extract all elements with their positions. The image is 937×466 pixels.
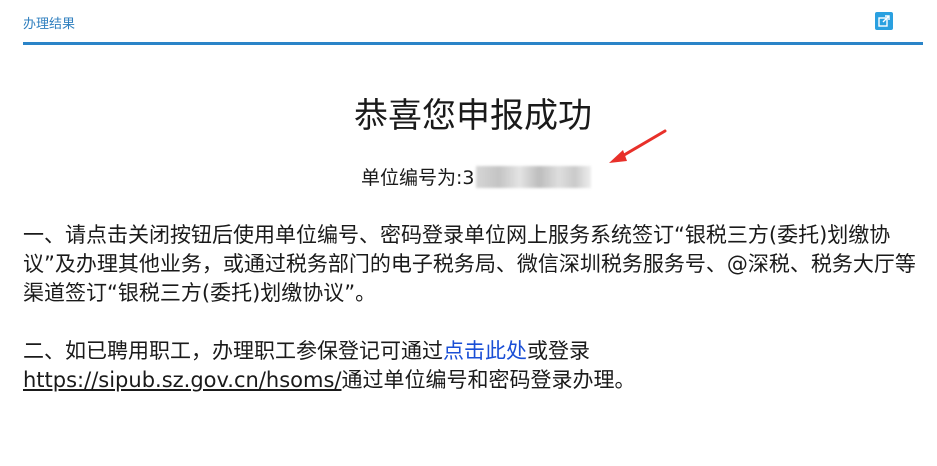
header-title: 办理结果: [23, 17, 76, 32]
paragraph2-suffix: 通过单位编号和密码登录办理。: [341, 368, 636, 392]
red-arrow-annotation: [609, 129, 667, 163]
external-link-icon[interactable]: [875, 12, 893, 30]
unit-number-value: 3: [462, 167, 475, 189]
header-divider: [23, 42, 923, 45]
paragraph2-prefix: 二、如已聘用职工，办理职工参保登记可通过: [23, 339, 443, 363]
hsoms-url-link[interactable]: https://sipub.sz.gov.cn/hsoms/: [23, 368, 342, 392]
click-here-link[interactable]: 点击此处: [443, 339, 527, 363]
paragraph2-middle: 或登录: [527, 339, 590, 363]
header: 办理结果: [23, 0, 923, 44]
page-title: 恭喜您申报成功: [354, 96, 592, 136]
instruction-paragraph-2: 二、如已聘用职工，办理职工参保登记可通过点击此处或登录 https://sipub…: [23, 337, 923, 395]
unit-number-label: 单位编号为:: [361, 167, 463, 189]
redacted-unit-number: [475, 166, 591, 188]
instruction-paragraph-1: 一、请点击关闭按钮后使用单位编号、密码登录单位网上服务系统签订“银税三方(委托)…: [23, 223, 916, 305]
unit-number-line: 单位编号为:3: [361, 163, 591, 190]
